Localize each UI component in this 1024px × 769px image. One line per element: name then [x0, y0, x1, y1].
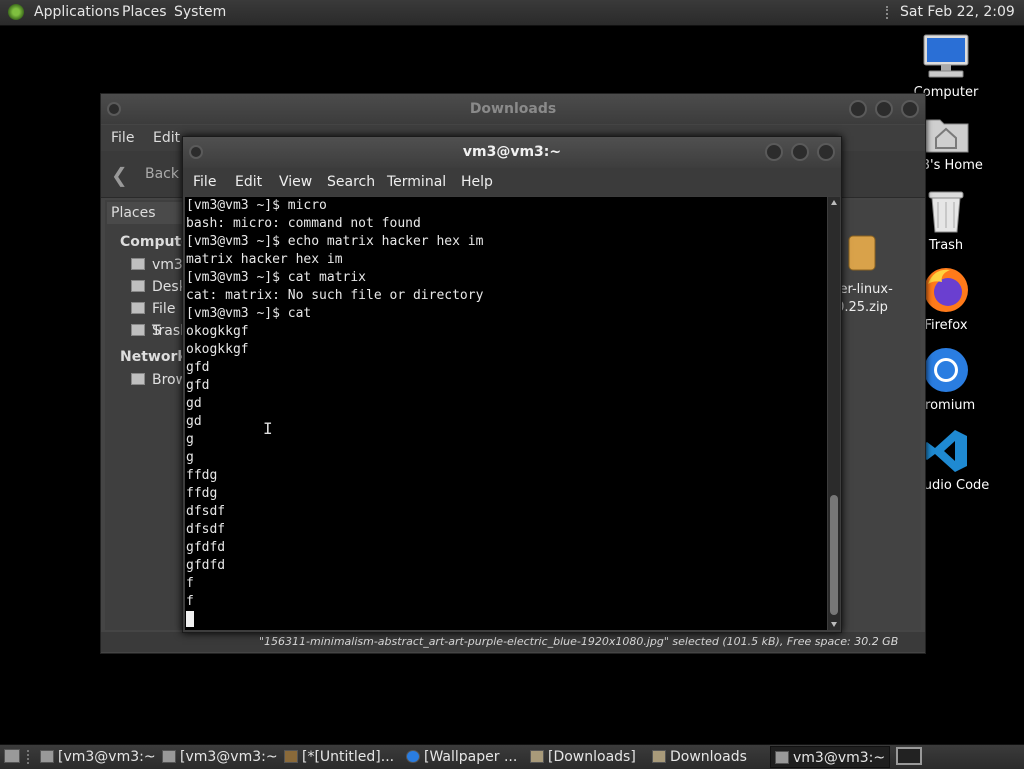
close-button[interactable]: [817, 143, 835, 161]
show-desktop-icon[interactable]: [4, 749, 20, 763]
terminal-screen[interactable]: [vm3@vm3 ~]$ micro bash: micro: command …: [185, 197, 827, 630]
folder-icon: [652, 750, 666, 763]
scroll-up-icon[interactable]: [831, 200, 837, 205]
panel-separator: [886, 6, 894, 19]
close-button[interactable]: [901, 100, 919, 118]
places-menu[interactable]: Places: [122, 0, 167, 25]
trash-icon: [131, 324, 145, 336]
zip-archive-icon: [848, 235, 876, 271]
status-bar: "156311-minimalism-abstract_art-art-purp…: [101, 632, 925, 652]
sidebar-header[interactable]: Places: [111, 202, 156, 224]
window-menu-button[interactable]: [107, 102, 121, 116]
menu-help[interactable]: Help: [461, 168, 493, 196]
task-downloads-2[interactable]: Downloads: [648, 746, 768, 768]
chromium-icon: [406, 750, 420, 763]
computer-icon: [923, 34, 969, 78]
task-chromium-wallpaper[interactable]: [Wallpaper ...: [402, 746, 522, 768]
drive-icon: [131, 302, 145, 314]
applications-menu[interactable]: Applications: [34, 0, 120, 25]
menu-edit[interactable]: Edit: [153, 125, 180, 151]
file-manager-titlebar[interactable]: Downloads: [101, 94, 925, 124]
vscode-icon: [924, 430, 967, 472]
clock[interactable]: Sat Feb 22, 2:09 PM: [900, 0, 1024, 45]
window-menu-button[interactable]: [189, 145, 203, 159]
menu-view[interactable]: View: [279, 168, 312, 196]
terminal-icon: [775, 751, 789, 764]
terminal-menubar: File Edit View Search Terminal Help: [183, 168, 841, 196]
system-menu[interactable]: System: [174, 0, 226, 25]
terminal-output: [vm3@vm3 ~]$ micro bash: micro: command …: [186, 197, 483, 630]
task-text-editor[interactable]: [*[Untitled]...: [280, 746, 400, 768]
window-title: Downloads: [469, 101, 557, 117]
chromium-icon: [924, 348, 968, 392]
task-terminal-2[interactable]: [vm3@vm3:~]: [158, 746, 278, 768]
scroll-down-icon[interactable]: [831, 622, 837, 627]
terminal-icon: [40, 750, 54, 763]
workspace-switcher[interactable]: [896, 747, 922, 765]
menu-file[interactable]: File: [111, 125, 134, 151]
trash-icon: [928, 191, 964, 233]
desktop-folder-icon: [131, 280, 145, 292]
minimize-button[interactable]: [765, 143, 783, 161]
terminal-titlebar[interactable]: vm3@vm3:~: [183, 137, 841, 167]
task-terminal-1[interactable]: [vm3@vm3:~]: [36, 746, 156, 768]
back-button[interactable]: Back: [145, 166, 179, 182]
text-editor-icon: [284, 750, 298, 763]
terminal-scrollbar[interactable]: [828, 197, 840, 630]
network-icon: [131, 373, 145, 385]
home-folder-icon: [131, 258, 145, 270]
terminal-window: vm3@vm3:~ File Edit View Search Terminal…: [182, 136, 842, 633]
sidebar-section-network: Network: [120, 349, 187, 365]
task-downloads-1[interactable]: [Downloads]: [526, 746, 646, 768]
menu-file[interactable]: File: [193, 168, 216, 196]
mouse-ibeam-icon: I: [263, 419, 273, 438]
task-terminal-active[interactable]: vm3@vm3:~: [770, 746, 890, 768]
top-panel: Applications Places System Sat Feb 22, 2…: [0, 0, 1024, 45]
firefox-icon: [924, 268, 968, 312]
text-cursor: [186, 611, 194, 627]
folder-icon: [530, 750, 544, 763]
maximize-button[interactable]: [875, 100, 893, 118]
distro-logo-icon[interactable]: [8, 4, 24, 20]
window-title: vm3@vm3:~: [462, 144, 562, 160]
scrollbar-thumb[interactable]: [830, 495, 838, 615]
terminal-icon: [162, 750, 176, 763]
menu-terminal[interactable]: Terminal: [387, 168, 446, 196]
menu-search[interactable]: Search: [327, 168, 375, 196]
back-arrow-icon: ❮: [111, 163, 128, 187]
bottom-taskbar: [vm3@vm3:~] [vm3@vm3:~] [*[Untitled]... …: [0, 744, 1024, 769]
minimize-button[interactable]: [849, 100, 867, 118]
home-folder-icon: [923, 119, 969, 153]
status-text: "156311-minimalism-abstract_art-art-purp…: [259, 635, 899, 648]
taskbar-separator: [27, 750, 29, 764]
maximize-button[interactable]: [791, 143, 809, 161]
menu-edit[interactable]: Edit: [235, 168, 262, 196]
